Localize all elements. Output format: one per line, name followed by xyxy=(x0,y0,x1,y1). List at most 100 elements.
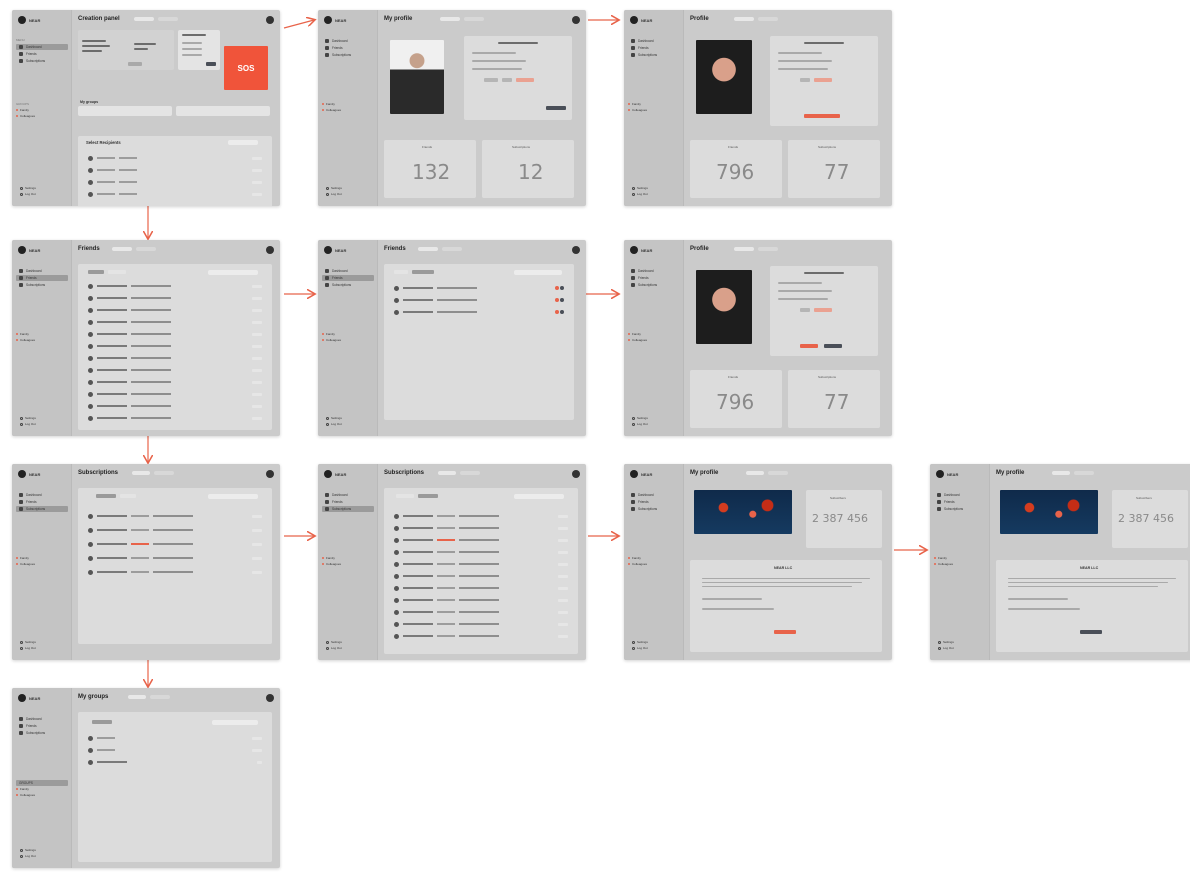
row-button[interactable] xyxy=(558,634,568,638)
sidebar-item-dashboard[interactable]: Dashboard xyxy=(628,492,680,498)
sidebar-group-family[interactable]: Family xyxy=(628,102,680,106)
tab-pill[interactable] xyxy=(440,17,460,21)
subscription-row[interactable] xyxy=(88,554,262,562)
settings-link[interactable]: Settings xyxy=(20,640,36,644)
filter-tab[interactable] xyxy=(412,270,434,274)
table-row[interactable] xyxy=(88,190,262,198)
sidebar-group-colleagues[interactable]: Colleagues xyxy=(934,562,986,566)
row-button[interactable] xyxy=(252,556,262,560)
table-row[interactable] xyxy=(88,342,262,350)
tab-pill[interactable] xyxy=(1052,471,1070,475)
reject-button[interactable] xyxy=(824,344,842,348)
row-button[interactable] xyxy=(558,598,568,602)
sidebar-item-subscriptions[interactable]: Subscriptions xyxy=(322,52,374,58)
tab-pill[interactable] xyxy=(154,471,174,475)
row-button[interactable] xyxy=(558,550,568,554)
settings-link[interactable]: Settings xyxy=(20,848,36,852)
sos-button[interactable]: SOS xyxy=(224,46,268,90)
search-input[interactable] xyxy=(228,140,258,145)
sidebar-group-family[interactable]: Family xyxy=(934,556,986,560)
sidebar-item-friends[interactable]: Friends xyxy=(322,45,374,51)
filter-tab[interactable] xyxy=(108,270,126,274)
search-input[interactable] xyxy=(212,720,258,725)
sidebar-group-family[interactable]: Family xyxy=(628,332,680,336)
table-row[interactable] xyxy=(88,366,262,374)
tab-pill[interactable] xyxy=(132,471,150,475)
filter-tab[interactable] xyxy=(120,494,136,498)
decline-icon[interactable] xyxy=(560,310,564,314)
unsubscribe-button[interactable] xyxy=(1080,630,1102,634)
subscription-row[interactable] xyxy=(394,512,568,520)
subscription-row[interactable] xyxy=(394,548,568,556)
row-button[interactable] xyxy=(558,538,568,542)
sidebar-group-colleagues[interactable]: Colleagues xyxy=(322,108,374,112)
tab-pill[interactable] xyxy=(128,695,146,699)
tab-pill[interactable] xyxy=(758,247,778,251)
sidebar-item-dashboard[interactable]: Dashboard xyxy=(322,492,374,498)
logout-link[interactable]: Log Out xyxy=(326,422,342,426)
row-button[interactable] xyxy=(558,622,568,626)
decline-icon[interactable] xyxy=(560,298,564,302)
sidebar-item-dashboard[interactable]: Dashboard xyxy=(322,38,374,44)
tab-pill[interactable] xyxy=(158,17,178,21)
request-row[interactable] xyxy=(394,308,564,316)
sidebar-item-subscriptions[interactable]: Subscriptions xyxy=(322,282,374,288)
table-row[interactable] xyxy=(88,282,262,290)
row-button[interactable] xyxy=(558,562,568,566)
row-button[interactable] xyxy=(252,296,262,300)
add-friend-button[interactable] xyxy=(804,114,840,118)
tab-pill[interactable] xyxy=(746,471,764,475)
settings-link[interactable]: Settings xyxy=(632,640,648,644)
accept-icon[interactable] xyxy=(555,298,559,302)
logout-link[interactable]: Log Out xyxy=(20,422,36,426)
filter-tab[interactable] xyxy=(396,494,414,498)
row-button[interactable] xyxy=(252,380,262,384)
search-input[interactable] xyxy=(208,270,258,275)
sidebar-item-subscriptions[interactable]: Subscriptions xyxy=(16,730,68,736)
subscriptions-stat-card[interactable]: Subscriptions 77 xyxy=(788,140,880,198)
sidebar-item-dashboard[interactable]: Dashboard xyxy=(934,492,986,498)
row-button[interactable] xyxy=(558,514,568,518)
tab-pill[interactable] xyxy=(1074,471,1094,475)
filter-tab[interactable] xyxy=(418,494,438,498)
subscription-row[interactable] xyxy=(394,596,568,604)
row-button[interactable] xyxy=(252,308,262,312)
friends-stat-card[interactable]: Friends 796 xyxy=(690,370,782,428)
sidebar-item-dashboard[interactable]: Dashboard xyxy=(16,716,68,722)
avatar[interactable] xyxy=(266,16,274,24)
logout-link[interactable]: Log Out xyxy=(20,854,36,858)
subscriptions-stat-card[interactable]: Subscriptions 77 xyxy=(788,370,880,428)
row-button[interactable] xyxy=(252,392,262,396)
sidebar-group-family[interactable]: Family xyxy=(322,332,374,336)
settings-link[interactable]: Settings xyxy=(20,186,36,190)
tab-pill[interactable] xyxy=(112,247,132,251)
row-button[interactable] xyxy=(252,168,262,172)
tab-pill[interactable] xyxy=(136,247,156,251)
subscription-row[interactable] xyxy=(88,526,262,534)
row-button[interactable] xyxy=(558,526,568,530)
row-button[interactable] xyxy=(252,542,262,546)
logout-link[interactable]: Log Out xyxy=(938,646,954,650)
sidebar-group-colleagues[interactable]: Colleagues xyxy=(628,338,680,342)
table-row[interactable] xyxy=(88,378,262,386)
request-row[interactable] xyxy=(394,296,564,304)
table-row[interactable] xyxy=(88,330,262,338)
row-button[interactable] xyxy=(252,570,262,574)
subscription-row[interactable] xyxy=(394,620,568,628)
logout-link[interactable]: Log Out xyxy=(632,422,648,426)
table-row[interactable] xyxy=(88,306,262,314)
tab-pill[interactable] xyxy=(150,695,170,699)
tab-pill[interactable] xyxy=(464,17,484,21)
row-button[interactable] xyxy=(252,284,262,288)
sidebar-item-friends[interactable]: Friends xyxy=(16,51,68,57)
subscribe-button[interactable] xyxy=(774,630,796,634)
settings-link[interactable]: Settings xyxy=(632,186,648,190)
sidebar-groups-header[interactable]: GROUPS xyxy=(16,780,68,786)
sidebar-group-colleagues[interactable]: Colleagues xyxy=(322,562,374,566)
sidebar-group-family[interactable]: Family xyxy=(16,787,68,791)
row-button[interactable] xyxy=(252,180,262,184)
sidebar-group-colleagues[interactable]: Colleagues xyxy=(628,562,680,566)
sidebar-group-family[interactable]: Family xyxy=(16,108,68,112)
sidebar-item-friends[interactable]: Friends xyxy=(628,499,680,505)
row-button[interactable] xyxy=(252,332,262,336)
